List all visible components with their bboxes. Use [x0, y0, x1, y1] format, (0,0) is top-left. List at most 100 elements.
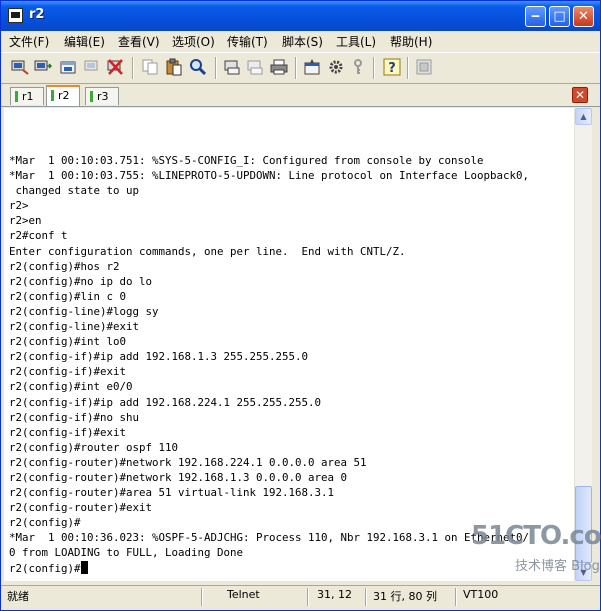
print-selection-icon [247, 60, 263, 75]
about-icon [416, 59, 432, 75]
help-icon: ? [383, 58, 401, 76]
terminal-line: r2(config)#int lo0 [9, 335, 127, 349]
status-bar: 就绪 Telnet 31, 12 31 行, 80 列 VT100 [1, 585, 600, 610]
toolbar-separator [295, 57, 297, 79]
terminal-app-icon[interactable] [8, 8, 23, 23]
key-icon [354, 59, 362, 74]
minimize-icon: ‒ [530, 9, 541, 24]
status-protocol: Telnet [227, 588, 260, 601]
app-window: r2 ‒ □ ✕ 文件(F) 编辑(E) 查看(V) 选项(O) 传输(T) 脚… [0, 0, 601, 611]
title-bar[interactable]: r2 ‒ □ ✕ [1, 1, 600, 31]
quick-connect-button[interactable] [34, 58, 53, 76]
tab-connect-icon [60, 61, 76, 74]
menu-view[interactable]: 查看(V) [118, 33, 160, 50]
tab-label: r1 [22, 90, 34, 103]
session-options-icon [304, 59, 320, 75]
menu-script[interactable]: 脚本(S) [282, 33, 323, 50]
print-screen-button[interactable] [223, 58, 241, 76]
terminal-line: r2(config-router)#exit [9, 501, 153, 515]
terminal-line: 0 from LOADING to FULL, Loading Done [9, 546, 244, 560]
quick-connect-icon [34, 60, 53, 71]
menu-transfer[interactable]: 传输(T) [227, 33, 268, 50]
terminal-output: *Mar 1 00:10:03.751: %SYS-5-CONFIG_I: Co… [9, 153, 529, 576]
status-rows-cols: 31 行, 80 列 [373, 590, 437, 603]
status-cursor-position: 31, 12 [317, 588, 352, 601]
connect-in-tab-button[interactable] [59, 58, 77, 76]
paste-icon [166, 58, 182, 76]
terminal-line: r2(config-if)#exit [9, 365, 127, 379]
menu-bar: 文件(F) 编辑(E) 查看(V) 选项(O) 传输(T) 脚本(S) 工具(L… [1, 31, 600, 51]
terminal-line: *Mar 1 00:10:03.755: %LINEPROTO-5-UPDOWN… [9, 169, 530, 183]
tab-label: r2 [58, 89, 70, 102]
window-title: r2 [29, 7, 45, 22]
print-button[interactable] [270, 58, 288, 76]
copy-button[interactable] [141, 58, 159, 76]
vertical-scrollbar[interactable]: ▲ ▼ [574, 108, 592, 581]
paste-button[interactable] [165, 58, 183, 76]
svg-text:?: ? [388, 61, 396, 76]
about-button[interactable] [415, 58, 433, 76]
terminal-line: r2(config-if)#no shu [9, 410, 140, 424]
disconnect-button[interactable] [106, 58, 124, 76]
toolbar-separator [407, 57, 409, 79]
close-tab-button[interactable]: ✕ [572, 87, 588, 103]
terminal-line: r2(config-if)#ip add 192.168.224.1 255.2… [9, 395, 322, 409]
find-button[interactable] [189, 58, 207, 76]
help-button[interactable]: ? [383, 58, 401, 76]
watermark-subtitle: 技术博客 Blog [515, 559, 600, 574]
global-options-button[interactable] [327, 58, 345, 76]
watermark: 51CTO.com 技术博客 Blog [471, 521, 601, 574]
menu-help[interactable]: 帮助(H) [390, 33, 432, 50]
status-divider [365, 588, 367, 606]
menu-tools[interactable]: 工具(L) [336, 33, 376, 50]
watermark-logo: 51CTO.com [471, 521, 601, 551]
tab-r1[interactable]: r1 [10, 87, 44, 105]
terminal-line: r2> [9, 199, 29, 213]
session-options-button[interactable] [303, 58, 321, 76]
session-tab-bar: r1 r2 r3 [1, 84, 600, 107]
terminal-screen[interactable]: *Mar 1 00:10:03.751: %SYS-5-CONFIG_I: Co… [4, 108, 574, 581]
terminal-prompt-line[interactable]: r2(config)# [9, 560, 529, 576]
print-screen-icon [224, 60, 240, 75]
connect-button[interactable] [11, 58, 29, 76]
minimize-button[interactable]: ‒ [525, 6, 546, 27]
terminal-line: r2(config)#router ospf 110 [9, 440, 179, 454]
terminal-line: r2(config-line)#exit [9, 320, 140, 334]
status-divider [455, 588, 457, 606]
tab-label: r3 [97, 90, 109, 103]
text-cursor [80, 560, 88, 574]
terminal-line: r2(config-router)#area 51 virtual-link 1… [9, 486, 335, 500]
reconnect-icon [84, 60, 98, 71]
tab-r3[interactable]: r3 [85, 87, 119, 105]
close-button[interactable]: ✕ [573, 6, 594, 27]
terminal-line: r2(config)#hos r2 [9, 259, 120, 273]
terminal-line: r2(config-router)#network 192.168.224.1 … [9, 455, 367, 469]
status-terminal-type: VT100 [463, 588, 499, 601]
tab-r2[interactable]: r2 [46, 85, 80, 106]
printer-icon [270, 59, 288, 75]
search-icon [190, 59, 207, 76]
terminal-line: r2(config-if)#exit [9, 425, 127, 439]
connected-status-icon [51, 90, 54, 101]
connect-icon [11, 60, 29, 75]
terminal-line: r2(config)# [9, 516, 81, 530]
menu-file[interactable]: 文件(F) [9, 33, 49, 50]
status-ready: 就绪 [7, 590, 29, 603]
terminal-prompt: r2(config)# [9, 561, 81, 575]
chevron-up-icon: ▲ [580, 112, 587, 121]
menu-edit[interactable]: 编辑(E) [64, 33, 105, 50]
toolbar: ? [1, 52, 600, 84]
menu-options[interactable]: 选项(O) [172, 33, 215, 50]
gear-icon [329, 60, 343, 74]
terminal-line: r2(config)#lin c 0 [9, 289, 127, 303]
maximize-button[interactable]: □ [549, 6, 570, 27]
status-divider [201, 588, 203, 606]
terminal-line: r2(config-if)#ip add 192.168.1.3 255.255… [9, 350, 309, 364]
reconnect-button[interactable] [83, 58, 101, 76]
print-selection-button[interactable] [246, 58, 264, 76]
terminal-line: r2(config-line)#logg sy [9, 304, 159, 318]
scroll-up-button[interactable]: ▲ [575, 108, 592, 125]
terminal-line: r2>en [9, 214, 42, 228]
toolbar-separator [215, 57, 217, 79]
keymap-button[interactable] [349, 58, 367, 76]
